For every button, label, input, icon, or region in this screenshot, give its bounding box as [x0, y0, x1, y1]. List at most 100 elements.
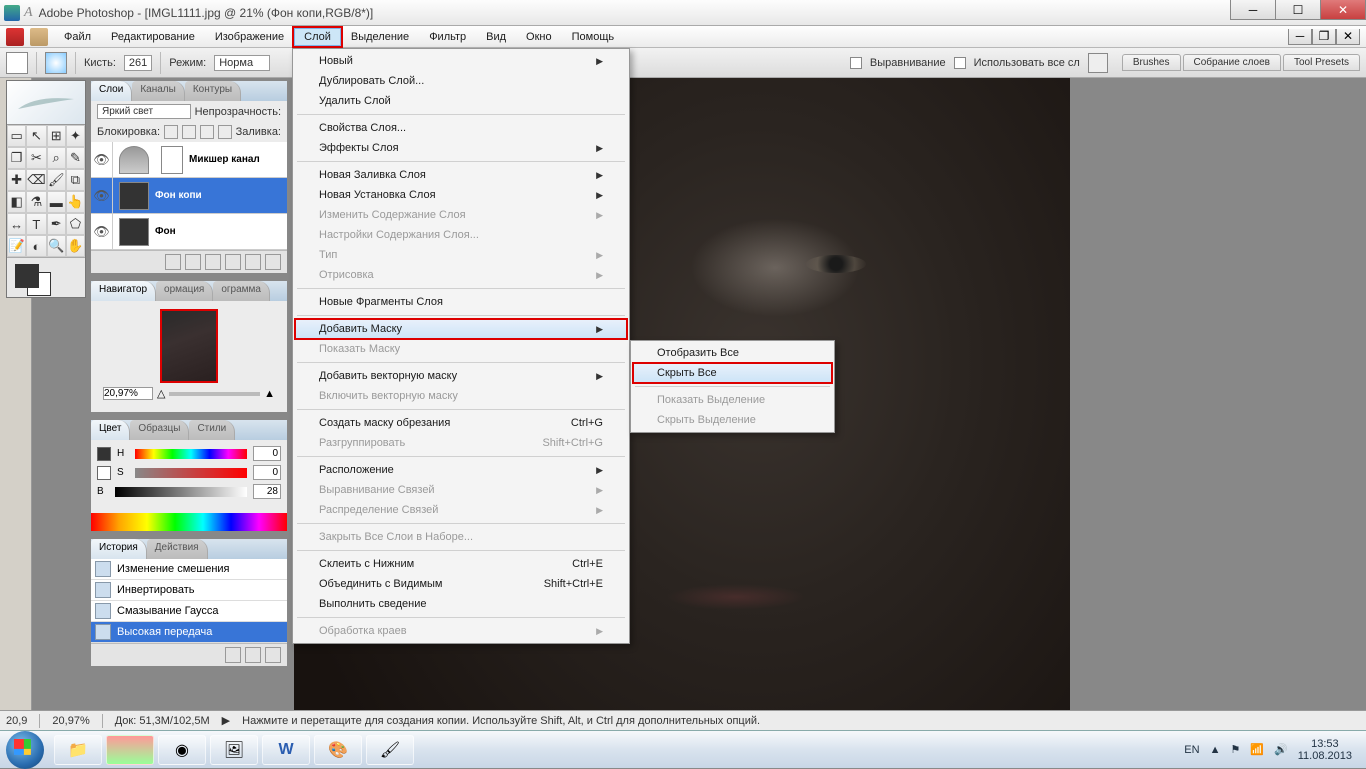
zoom-in-icon[interactable]: ▲ — [264, 388, 275, 400]
layer-adj-icon[interactable] — [225, 254, 241, 270]
tool-5[interactable]: ✂ — [26, 147, 46, 169]
task-paint[interactable]: 🎨 — [314, 735, 362, 765]
hist-newdoc-icon[interactable] — [225, 647, 241, 663]
navigator-thumb[interactable] — [160, 309, 218, 383]
layer-mask-icon[interactable] — [185, 254, 201, 270]
tool-18[interactable]: ✒ — [47, 213, 66, 235]
well-tab-brushes[interactable]: Brushes — [1122, 54, 1181, 71]
menu-изображение[interactable]: Изображение — [205, 28, 294, 46]
task-photos[interactable]: 🖼 — [210, 735, 258, 765]
blend-mode-dropdown[interactable]: Яркий свет — [97, 104, 191, 119]
hist-trash-icon[interactable] — [265, 647, 281, 663]
menu-item-свойства-слоя-[interactable]: Свойства Слоя... — [295, 118, 627, 138]
tab-color[interactable]: Цвет — [91, 420, 130, 440]
zoom-slider[interactable] — [169, 392, 260, 396]
start-button[interactable] — [6, 731, 44, 769]
layer-row[interactable]: 👁Микшер канал — [91, 142, 287, 178]
task-chrome[interactable]: ◉ — [158, 735, 206, 765]
lock-paint-icon[interactable] — [182, 125, 196, 139]
minimize-button[interactable]: ─ — [1230, 0, 1276, 20]
color-slider[interactable] — [115, 487, 247, 497]
task-word[interactable]: W — [262, 735, 310, 765]
tool-15[interactable]: 👆 — [66, 191, 85, 213]
tool-14[interactable]: ▬ — [47, 191, 66, 213]
well-tab-toolpresets[interactable]: Tool Presets — [1283, 54, 1360, 71]
tool-11[interactable]: ⧉ — [66, 169, 85, 191]
tool-2[interactable]: ⊞ — [47, 125, 66, 147]
tab-channels[interactable]: Каналы — [132, 81, 185, 101]
menu-item-новая-заливка-слоя[interactable]: Новая Заливка Слоя▶ — [295, 165, 627, 185]
history-item[interactable]: Инвертировать — [91, 580, 287, 601]
tool-10[interactable]: 🖌 — [47, 169, 66, 191]
tool-9[interactable]: ⌫ — [26, 169, 46, 191]
color-value[interactable]: 0 — [253, 446, 281, 461]
task-explorer[interactable]: 📁 — [54, 735, 102, 765]
color-fg-box[interactable] — [97, 447, 111, 461]
menu-выделение[interactable]: Выделение — [341, 28, 419, 46]
history-item[interactable]: Высокая передача — [91, 622, 287, 643]
tool-0[interactable]: ▭ — [7, 125, 26, 147]
tool-preset-icon[interactable] — [6, 52, 28, 74]
opt-icon[interactable] — [1088, 53, 1108, 73]
menu-окно[interactable]: Окно — [516, 28, 562, 46]
history-item[interactable]: Смазывание Гаусса — [91, 601, 287, 622]
menu-item-добавить-маску[interactable]: Добавить Маску▶ — [295, 319, 627, 339]
layer-row[interactable]: 👁Фон копи — [91, 178, 287, 214]
brush-size[interactable]: 261 — [124, 55, 152, 71]
tab-actions[interactable]: Действия — [147, 539, 208, 559]
tool-19[interactable]: ⬠ — [66, 213, 85, 235]
menu-item-новый[interactable]: Новый▶ — [295, 51, 627, 71]
lock-move-icon[interactable] — [200, 125, 214, 139]
menu-item-новая-установка-слоя[interactable]: Новая Установка Слоя▶ — [295, 185, 627, 205]
menu-файл[interactable]: Файл — [54, 28, 101, 46]
tray-action-icon[interactable]: ⚑ — [1230, 743, 1240, 756]
doc-minimize-button[interactable]: ─ — [1288, 29, 1312, 45]
layer-trash-icon[interactable] — [265, 254, 281, 270]
tool-6[interactable]: ⌕ — [47, 147, 66, 169]
color-slider[interactable] — [135, 468, 247, 478]
doc-close-button[interactable]: ✕ — [1336, 29, 1360, 45]
tab-styles[interactable]: Стили — [189, 420, 235, 440]
layer-new-icon[interactable] — [245, 254, 261, 270]
menu-item-удалить-слой[interactable]: Удалить Слой — [295, 91, 627, 111]
layer-fx-icon[interactable] — [165, 254, 181, 270]
tray-network-icon[interactable]: 📶 — [1250, 743, 1264, 756]
hist-snapshot-icon[interactable] — [245, 647, 261, 663]
tool-7[interactable]: ✎ — [66, 147, 85, 169]
menu-item-добавить-векторную-маску[interactable]: Добавить векторную маску▶ — [295, 366, 627, 386]
menu-item-склеить-с-нижним[interactable]: Склеить с НижнимCtrl+E — [295, 554, 627, 574]
menu-item-создать-маску-обрезания[interactable]: Создать маску обрезанияCtrl+G — [295, 413, 627, 433]
tool-12[interactable]: ◧ — [7, 191, 26, 213]
menu-item-расположение[interactable]: Расположение▶ — [295, 460, 627, 480]
menu-item-выполнить-сведение[interactable]: Выполнить сведение — [295, 594, 627, 614]
mode-dropdown[interactable]: Норма — [214, 55, 270, 71]
tab-info[interactable]: ормация — [156, 281, 213, 301]
menu-item-дублировать-слой-[interactable]: Дублировать Слой... — [295, 71, 627, 91]
tool-3[interactable]: ✦ — [66, 125, 85, 147]
well-tab-layercomp[interactable]: Собрание слоев — [1183, 54, 1281, 71]
lock-all-icon[interactable] — [218, 125, 232, 139]
color-value[interactable]: 0 — [253, 465, 281, 480]
zoom-input[interactable] — [103, 387, 153, 400]
foreground-color[interactable] — [15, 264, 39, 288]
tray-flag-icon[interactable]: ▲ — [1210, 744, 1221, 756]
menu-item-новые-фрагменты-слоя[interactable]: Новые Фрагменты Слоя — [295, 292, 627, 312]
color-slider[interactable] — [135, 449, 247, 459]
color-spectrum[interactable] — [91, 513, 287, 531]
tab-history[interactable]: История — [91, 539, 147, 559]
tab-layers[interactable]: Слои — [91, 81, 132, 101]
status-zoom2[interactable]: 20,97% — [52, 715, 89, 727]
lock-trans-icon[interactable] — [164, 125, 178, 139]
close-button[interactable]: ✕ — [1320, 0, 1366, 20]
menu-item-эффекты-слоя[interactable]: Эффекты Слоя▶ — [295, 138, 627, 158]
tray-volume-icon[interactable]: 🔊 — [1274, 743, 1288, 756]
tool-20[interactable]: 📝 — [7, 235, 26, 257]
tray-lang[interactable]: EN — [1184, 744, 1199, 756]
menu-фильтр[interactable]: Фильтр — [419, 28, 476, 46]
maximize-button[interactable]: ☐ — [1275, 0, 1321, 20]
tool-13[interactable]: ⚗ — [26, 191, 46, 213]
zoom-out-icon[interactable]: △ — [157, 387, 165, 400]
tool-21[interactable]: ◐ — [26, 235, 46, 257]
menu-помощь[interactable]: Помощь — [562, 28, 625, 46]
menu-редактирование[interactable]: Редактирование — [101, 28, 205, 46]
